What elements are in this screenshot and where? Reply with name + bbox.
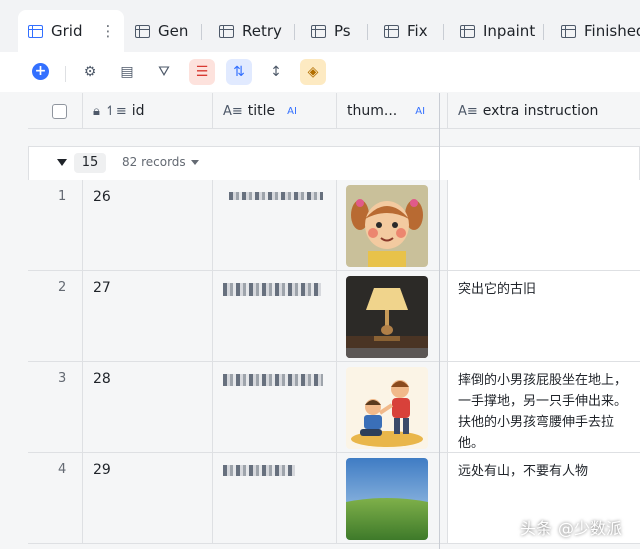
column-header-thumbnail[interactable]: thum... AI bbox=[337, 93, 448, 129]
tab-divider bbox=[543, 24, 544, 40]
title-cell[interactable] bbox=[213, 453, 337, 543]
thumbnail-cell[interactable] bbox=[337, 362, 448, 452]
grid-view-icon bbox=[219, 24, 234, 38]
number-field-icon: ↿≡ bbox=[104, 103, 127, 119]
thumbnail-cell[interactable] bbox=[337, 180, 448, 270]
thumbnail-cell[interactable] bbox=[337, 271, 448, 361]
table-row[interactable]: 1 26 bbox=[28, 180, 640, 271]
tab-more-icon[interactable]: ⋮ bbox=[100, 22, 115, 40]
extra-instruction-cell[interactable]: 突出它的古旧 bbox=[448, 271, 640, 361]
tab-divider bbox=[294, 24, 295, 40]
select-all-cell bbox=[28, 93, 83, 129]
group-icon[interactable]: ☰ bbox=[189, 59, 215, 85]
pixelated-title-text bbox=[223, 283, 321, 296]
id-cell[interactable]: 28 bbox=[83, 362, 213, 452]
group-record-count[interactable]: 82 records bbox=[122, 155, 199, 169]
column-header-extra-instruction[interactable]: A≡ extra instruction bbox=[448, 93, 640, 129]
dropdown-arrow-icon bbox=[190, 160, 199, 165]
grid-view-icon bbox=[28, 24, 43, 38]
toolbar: + ⚙ ▤ ⛛ ☰ ⇅ ↕ ◈ bbox=[0, 52, 640, 92]
column-header-id[interactable]: 🔒︎ ↿≡ id bbox=[83, 93, 213, 129]
ai-field-badge: AI bbox=[415, 105, 426, 117]
thumbnail-cell[interactable] bbox=[337, 453, 448, 543]
thumbnail-lamp-image[interactable] bbox=[346, 276, 428, 358]
view-tab-bar: Grid ⋮ Gen Retry Ps Fix Inpaint Finished bbox=[0, 0, 640, 52]
tab-finished[interactable]: Finished bbox=[561, 10, 640, 52]
pixelated-title-text bbox=[229, 192, 323, 200]
thumbnail-girl-image[interactable] bbox=[346, 185, 428, 267]
row-number: 4 bbox=[28, 453, 83, 543]
table-row[interactable]: 2 27 突出它的古旧 bbox=[28, 271, 640, 362]
title-cell[interactable] bbox=[213, 362, 337, 452]
row-number: 2 bbox=[28, 271, 83, 361]
tab-divider bbox=[443, 24, 444, 40]
id-cell[interactable]: 29 bbox=[83, 453, 213, 543]
row-height-icon[interactable]: ↕ bbox=[263, 59, 289, 85]
thumbnail-boys-image[interactable] bbox=[346, 367, 428, 449]
group-header[interactable]: 15 82 records bbox=[28, 146, 640, 180]
grid-view-icon bbox=[135, 24, 150, 38]
grid-view-icon bbox=[311, 24, 326, 38]
text-field-icon: A≡ bbox=[223, 103, 243, 119]
table-row[interactable]: 3 28 摔倒的小男孩屁股坐在地上，一手撑地，另一只手伸出来。扶他的小男孩弯腰伸… bbox=[28, 362, 640, 453]
title-cell[interactable] bbox=[213, 180, 337, 270]
add-record-button[interactable]: + bbox=[32, 63, 49, 80]
tab-retry[interactable]: Retry bbox=[219, 10, 282, 52]
id-cell[interactable]: 27 bbox=[83, 271, 213, 361]
grid-view-icon bbox=[561, 24, 576, 38]
pixelated-title-text bbox=[223, 465, 295, 476]
pixelated-title-text bbox=[223, 374, 323, 386]
title-cell[interactable] bbox=[213, 271, 337, 361]
extra-instruction-cell[interactable]: 摔倒的小男孩屁股坐在地上，一手撑地，另一只手伸出来。扶他的小男孩弯腰伸手去拉他。 bbox=[448, 362, 640, 452]
select-all-checkbox[interactable] bbox=[52, 103, 67, 119]
row-number: 1 bbox=[28, 180, 83, 270]
frozen-column-divider[interactable] bbox=[439, 93, 440, 549]
tab-ps[interactable]: Ps bbox=[311, 10, 351, 52]
id-cell[interactable]: 26 bbox=[83, 180, 213, 270]
extra-instruction-cell[interactable] bbox=[448, 180, 640, 270]
toolbar-divider bbox=[65, 66, 66, 82]
thumbnail-grassland-image[interactable] bbox=[346, 458, 428, 540]
group-value-badge: 15 bbox=[74, 153, 106, 173]
settings-gear-icon[interactable]: ⚙ bbox=[77, 59, 103, 85]
tab-divider bbox=[201, 24, 202, 40]
ai-field-badge: AI bbox=[287, 105, 297, 117]
column-header-row: 🔒︎ ↿≡ id A≡ title AI thum... AI A≡ extra… bbox=[28, 93, 640, 129]
tab-fix[interactable]: Fix bbox=[384, 10, 428, 52]
text-field-icon: A≡ bbox=[458, 103, 478, 119]
tab-inpaint[interactable]: Inpaint bbox=[460, 10, 535, 52]
collapse-toggle-icon[interactable] bbox=[57, 159, 67, 166]
lock-icon: 🔒︎ bbox=[93, 103, 100, 119]
field-config-icon[interactable]: ▤ bbox=[114, 59, 140, 85]
tab-gen[interactable]: Gen bbox=[135, 10, 188, 52]
filter-icon[interactable]: ⛛ bbox=[151, 59, 177, 85]
row-number: 3 bbox=[28, 362, 83, 452]
fill-color-icon[interactable]: ◈ bbox=[300, 59, 326, 85]
tab-grid[interactable]: Grid ⋮ bbox=[18, 10, 125, 52]
column-header-title[interactable]: A≡ title AI bbox=[213, 93, 337, 129]
grid-view-icon bbox=[460, 24, 475, 38]
tab-divider bbox=[367, 24, 368, 40]
watermark: 头条 @少数派 bbox=[520, 519, 623, 538]
grid-view-icon bbox=[384, 24, 399, 38]
sort-icon[interactable]: ⇅ bbox=[226, 59, 252, 85]
